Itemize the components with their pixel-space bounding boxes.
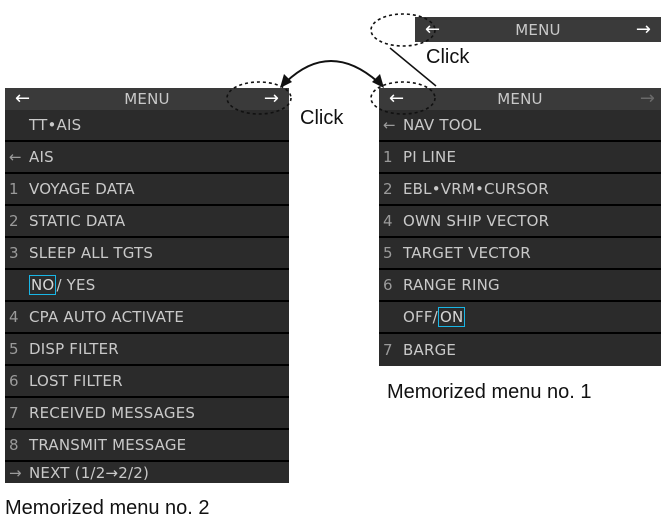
- click-label-left: Click: [300, 107, 344, 129]
- dashed-circle-top: [370, 13, 436, 47]
- arrowhead-left: [280, 74, 292, 88]
- caption-memorized-2: Memorized menu no. 2: [5, 497, 210, 519]
- click-label-top: Click: [426, 46, 470, 68]
- arrowhead-right: [372, 74, 384, 88]
- curved-double-arrow: [285, 60, 379, 83]
- caption-memorized-1: Memorized menu no. 1: [387, 381, 592, 403]
- annotation-overlay: [226, 13, 437, 115]
- dashed-circle-right: [370, 81, 436, 115]
